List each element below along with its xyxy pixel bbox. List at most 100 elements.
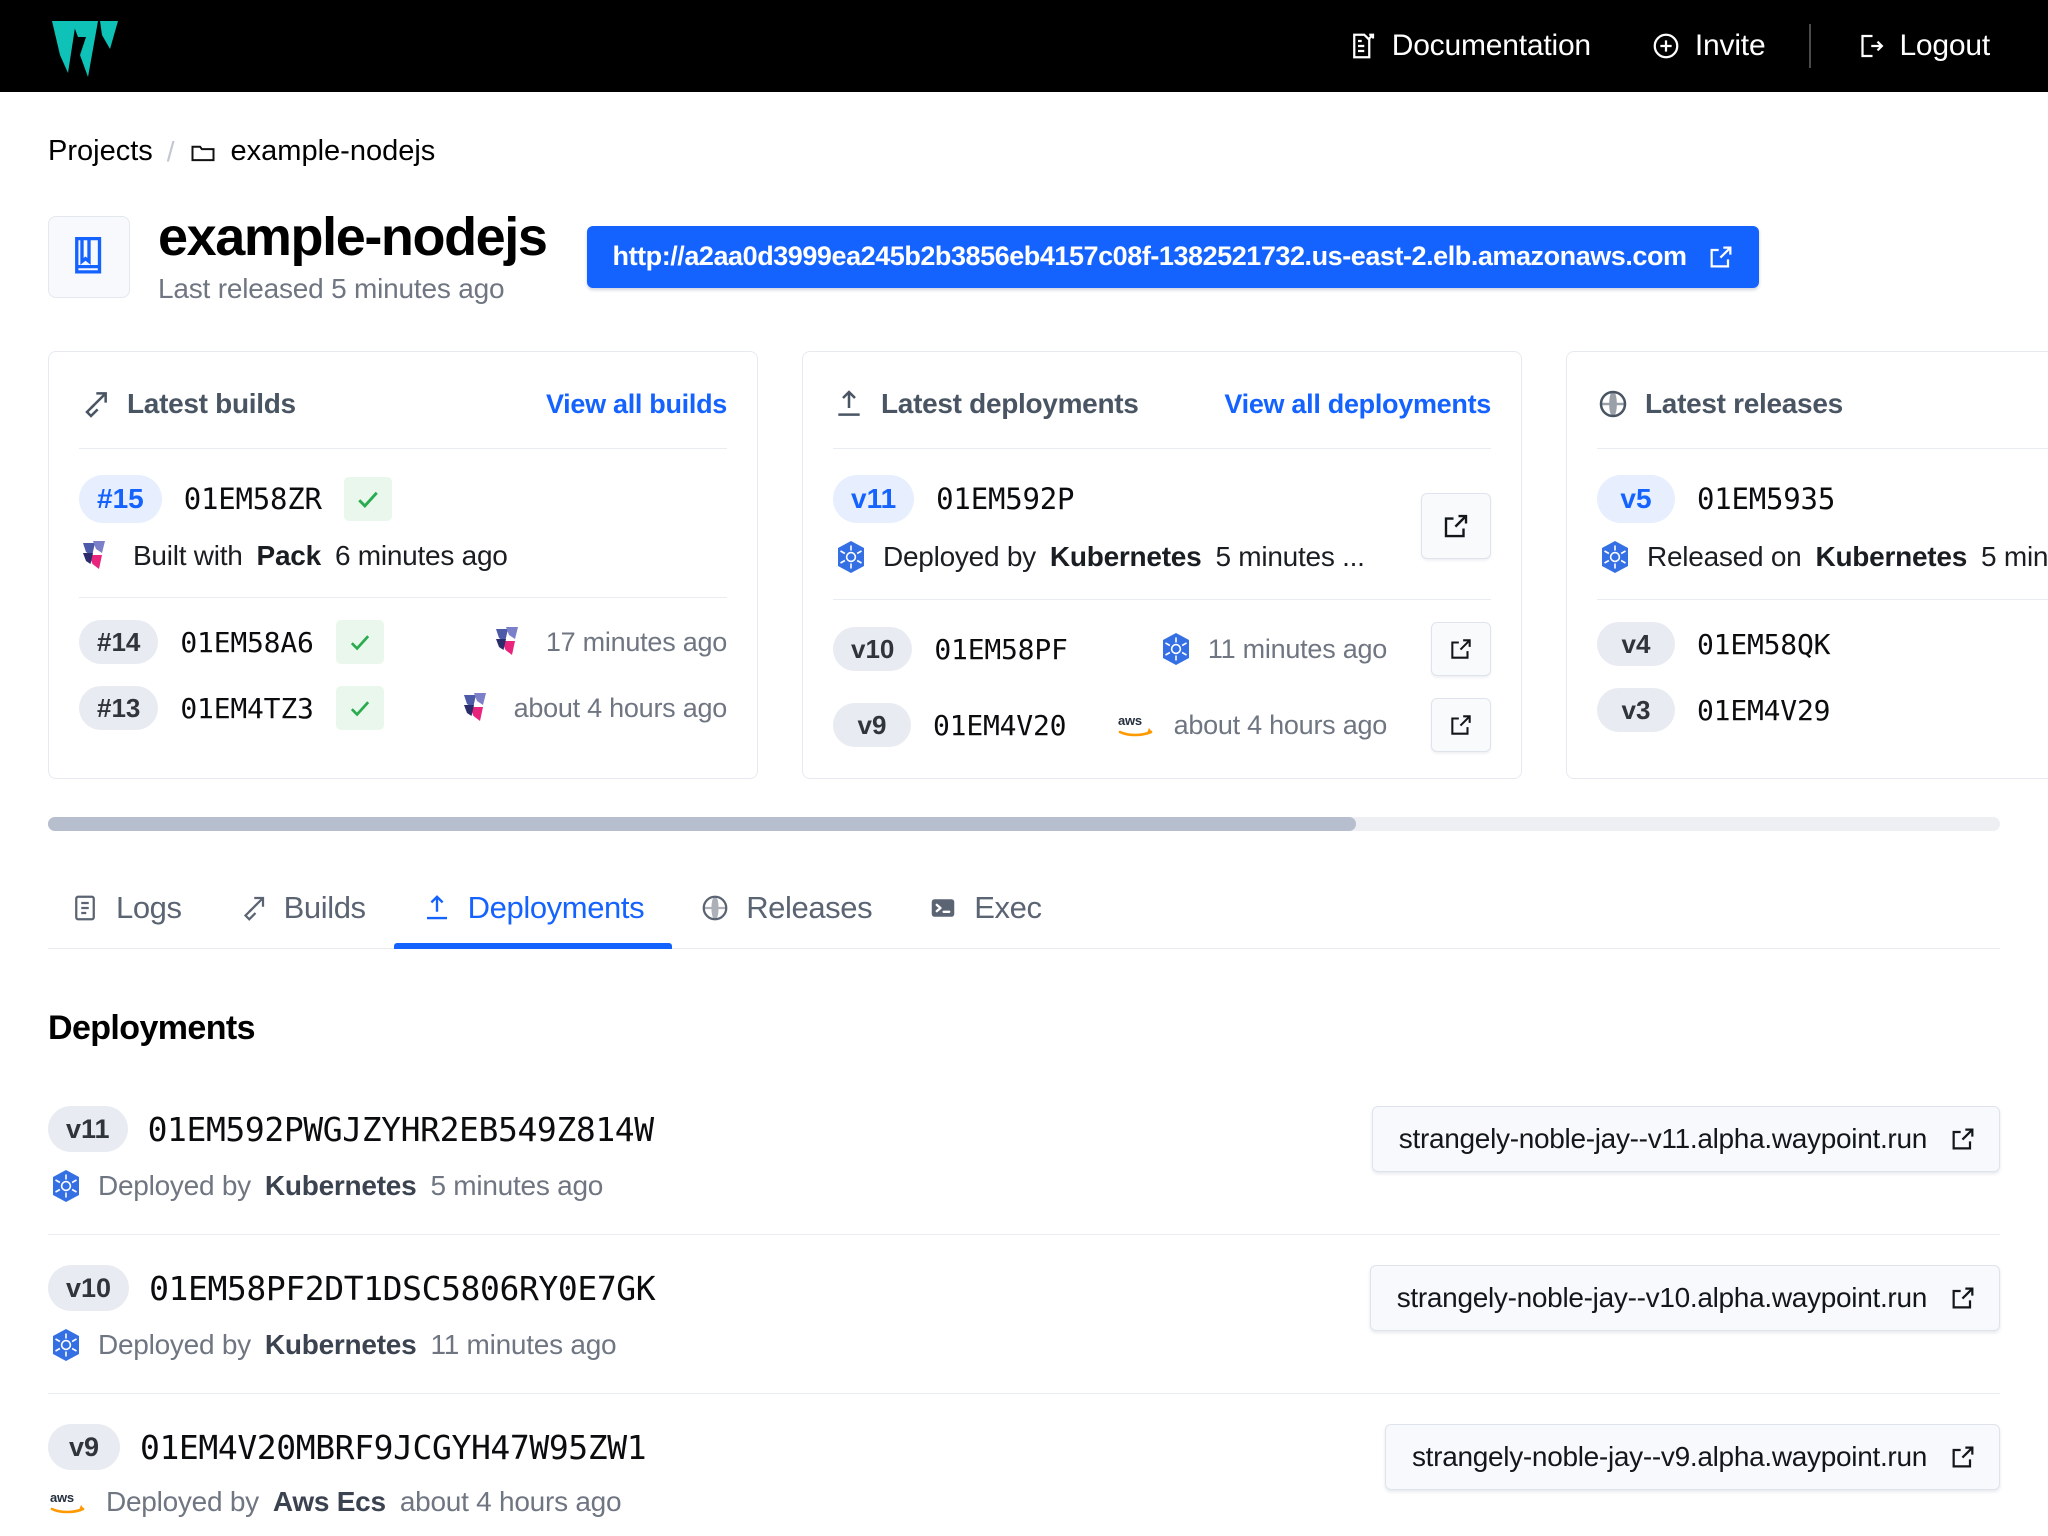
build-id: 01EM58ZR: [183, 482, 322, 517]
deployment-badge: v11: [833, 475, 915, 524]
builds-primary-row[interactable]: #15 01EM58ZR Built with Pack 6 minutes a…: [79, 449, 727, 573]
deployment-open-url-button[interactable]: [1431, 622, 1491, 677]
upload-icon: [838, 390, 860, 417]
horizontal-scrollbar[interactable]: [48, 817, 2000, 832]
view-all-deployments-link[interactable]: View all deployments: [1224, 389, 1491, 420]
deployment-id: 01EM592P: [936, 482, 1075, 517]
deployments-sub-rows: v10 01EM58PF 11 minutes ago v9 01EM4V20 …: [833, 599, 1491, 753]
deployment-badge: v9: [48, 1424, 120, 1471]
card-latest-builds: Latest builds View all builds #15 01EM58…: [48, 351, 758, 780]
svg-text:aws: aws: [1118, 713, 1142, 728]
release-meta: Released on Kubernetes 5 min: [1597, 539, 2048, 575]
deployment-url-button[interactable]: strangely-noble-jay--v10.alpha.waypoint.…: [1369, 1265, 2000, 1332]
deployment-badge: v10: [48, 1265, 130, 1312]
tab-releases[interactable]: Releases: [672, 890, 900, 948]
deployment-url-button[interactable]: strangely-noble-jay--v9.alpha.waypoint.r…: [1384, 1424, 2000, 1491]
section-title: Deployments: [48, 1009, 256, 1048]
builds-sub-rows: #14 01EM58A6 17 minutes ago #13 01EM4TZ3…: [79, 597, 727, 731]
nav-link-invite[interactable]: Invite: [1621, 29, 1796, 63]
tab-logs-label: Logs: [116, 890, 182, 926]
build-meta-prefix: Built with: [133, 540, 243, 572]
project-url-button[interactable]: http://a2aa0d3999ea245b2b3856eb4157c08f-…: [586, 225, 1759, 288]
deployment-meta-suffix: 11 minutes ago: [430, 1329, 617, 1361]
kubernetes-icon: [53, 1170, 79, 1203]
build-id: 01EM4TZ3: [180, 691, 314, 725]
build-row[interactable]: #13 01EM4TZ3 about 4 hours ago: [79, 664, 727, 731]
page-title: example-nodejs: [158, 207, 548, 267]
build-status-success: [335, 686, 384, 731]
nav-divider: [1809, 24, 1812, 68]
deployments-primary-row[interactable]: v11 01EM592P Deployed by Kubernetes 5 mi…: [833, 449, 1491, 575]
waypoint-logo[interactable]: [48, 15, 126, 77]
build-badge: #13: [79, 686, 159, 731]
terminal-icon: [931, 899, 955, 918]
kubernetes-icon: [838, 541, 864, 574]
release-meta-suffix: 5 min: [1981, 541, 2048, 573]
external-link-icon: [1451, 715, 1471, 736]
card-latest-deployments: Latest deployments View all deployments …: [802, 351, 1522, 780]
top-navigation-bar: Documentation Invite Logout: [0, 0, 2048, 92]
nav-link-documentation[interactable]: Documentation: [1318, 29, 1621, 63]
tab-logs[interactable]: Logs: [48, 890, 210, 948]
nav-link-logout[interactable]: Logout: [1825, 29, 2020, 63]
build-badge: #15: [79, 475, 162, 524]
deployment-meta: Deployed by Kubernetes 5 minutes ago: [48, 1168, 1342, 1204]
view-all-builds-link[interactable]: View all builds: [546, 389, 727, 420]
tab-builds[interactable]: Builds: [210, 890, 394, 948]
deployment-meta-suffix: 5 minutes ago: [430, 1170, 604, 1202]
horizontal-scrollbar-thumb[interactable]: [48, 817, 1356, 832]
deployment-open-url-button[interactable]: [1421, 493, 1491, 560]
project-icon-box: [48, 215, 130, 298]
upload-icon: [426, 895, 447, 920]
svg-text:aws: aws: [50, 1490, 74, 1505]
external-link-icon: [1710, 246, 1732, 268]
deployment-row[interactable]: v10 01EM58PF 11 minutes ago: [833, 600, 1491, 677]
tab-exec[interactable]: Exec: [900, 890, 1069, 948]
deployment-time: about 4 hours ago: [1173, 709, 1388, 740]
document-arrow-icon: [1352, 33, 1374, 59]
kubernetes-icon: [1162, 633, 1189, 666]
tab-exec-label: Exec: [974, 890, 1042, 926]
deployment-url-button[interactable]: strangely-noble-jay--v11.alpha.waypoint.…: [1371, 1106, 2000, 1173]
nav-link-logout-label: Logout: [1899, 29, 1990, 62]
external-link-icon: [1952, 1287, 1974, 1309]
build-time-meta: 17 minutes ago: [492, 625, 727, 659]
tab-deployments[interactable]: Deployments: [393, 890, 673, 950]
release-row[interactable]: v4 01EM58QK: [1597, 600, 2048, 667]
list-item[interactable]: v10 01EM58PF2DT1DSC5806RY0E7GK Deployed …: [48, 1235, 2000, 1395]
tab-releases-label: Releases: [746, 890, 873, 926]
releases-sub-rows: v4 01EM58QK v3 01EM4V29: [1597, 599, 2048, 733]
list-item[interactable]: v9 01EM4V20MBRF9JCGYH47W95ZW1 aws Deploy…: [48, 1394, 2000, 1536]
plus-circle-icon: [1653, 33, 1679, 59]
deployment-meta-prefix: Deployed by: [98, 1170, 251, 1202]
deployment-meta-prefix: Deployed by: [883, 541, 1036, 573]
deployment-row[interactable]: v9 01EM4V20 aws about 4 hours ago: [833, 676, 1491, 753]
deployment-url-label: strangely-noble-jay--v10.alpha.waypoint.…: [1396, 1282, 1928, 1314]
kubernetes-icon: [1602, 541, 1628, 574]
build-row[interactable]: #14 01EM58A6 17 minutes ago: [79, 598, 727, 665]
external-link-icon: [1952, 1446, 1974, 1468]
check-icon: [350, 635, 369, 651]
card-releases-title: Latest releases: [1645, 388, 1843, 420]
deployment-meta-prefix: Deployed by: [98, 1329, 251, 1361]
breadcrumb-projects-link[interactable]: Projects: [48, 135, 153, 168]
releases-primary-row[interactable]: v5 01EM5935 Released on Kubernetes 5 min: [1597, 449, 2048, 575]
deployment-badge: v10: [833, 627, 913, 672]
deployment-meta-suffix: about 4 hours ago: [399, 1486, 622, 1518]
build-time-meta: about 4 hours ago: [460, 691, 727, 725]
release-meta-strong: Kubernetes: [1815, 541, 1968, 573]
release-badge: v5: [1597, 475, 1675, 524]
release-id: 01EM4V29: [1697, 693, 1831, 727]
tab-builds-label: Builds: [283, 890, 366, 926]
release-id: 01EM5935: [1697, 482, 1836, 517]
build-time: 17 minutes ago: [545, 626, 727, 657]
deployment-id: 01EM58PF2DT1DSC5806RY0E7GK: [149, 1268, 656, 1308]
list-item[interactable]: v11 01EM592PWGJZYHR2EB549Z814W Deployed …: [48, 1076, 2000, 1236]
deployment-open-url-button[interactable]: [1431, 698, 1491, 753]
release-row[interactable]: v3 01EM4V29 aws ab: [1597, 666, 2048, 733]
breadcrumb-current-project[interactable]: example-nodejs: [189, 135, 435, 168]
pack-icon: [463, 693, 486, 722]
build-status-success: [343, 477, 392, 522]
deployment-id: 01EM58PF: [934, 632, 1068, 666]
deployment-meta: Deployed by Kubernetes 5 minutes ...: [833, 539, 1421, 575]
